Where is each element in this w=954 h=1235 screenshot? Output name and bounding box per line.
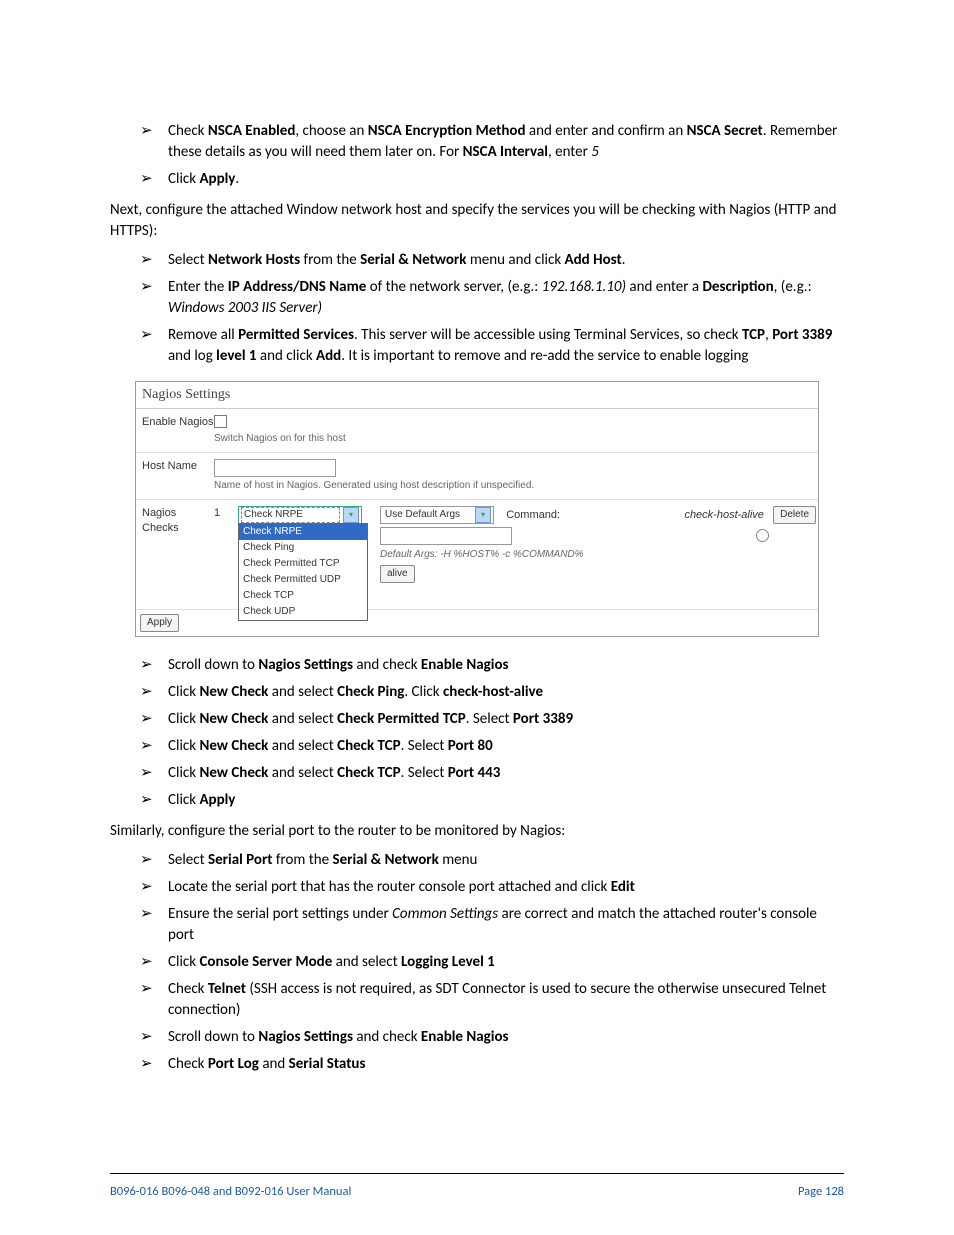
footer-right: Page 128 [798, 1184, 844, 1199]
bullet-list-3: Scroll down to Nagios Settings and check… [140, 655, 844, 811]
host-name-help: Name of host in Nagios. Generated using … [214, 479, 816, 493]
host-name-label: Host Name [138, 459, 214, 474]
figure-title: Nagios Settings [136, 382, 818, 409]
footer-left: B096-016 B096-048 and B092-016 User Manu… [110, 1184, 351, 1199]
list-item: Check NSCA Enabled, choose an NSCA Encry… [140, 121, 844, 163]
bullet-list-4: Select Serial Port from the Serial & Net… [140, 850, 844, 1075]
list-item: Click New Check and select Check Ping. C… [140, 682, 844, 703]
command-label: Command: [506, 509, 560, 521]
check-host-alive-label: check-host-alive [684, 509, 763, 521]
enable-nagios-help: Switch Nagios on for this host [214, 432, 816, 446]
check-seq: 1 [214, 506, 228, 521]
bullet-list-2: Select Network Hosts from the Serial & N… [140, 250, 844, 367]
paragraph: Next, configure the attached Window netw… [110, 200, 844, 242]
chevron-down-icon: ▾ [475, 507, 491, 523]
check-host-alive-radio[interactable] [756, 529, 769, 542]
alive-partial-button[interactable]: alive [380, 565, 415, 583]
list-item: Scroll down to Nagios Settings and check… [140, 1027, 844, 1048]
paragraph: Similarly, configure the serial port to … [110, 821, 844, 842]
dropdown-option[interactable]: Check NRPE [239, 524, 367, 540]
list-item: Click Console Server Mode and select Log… [140, 952, 844, 973]
command-input[interactable] [380, 527, 512, 545]
list-item: Enter the IP Address/DNS Name of the net… [140, 277, 844, 319]
list-item: Select Network Hosts from the Serial & N… [140, 250, 844, 271]
args-select[interactable]: Use Default Args ▾ [380, 506, 494, 524]
dropdown-option[interactable]: Check Permitted UDP [239, 572, 367, 588]
dropdown-option[interactable]: Check TCP [239, 588, 367, 604]
list-item: Click New Check and select Check TCP. Se… [140, 763, 844, 784]
enable-nagios-checkbox[interactable] [214, 415, 227, 428]
list-item: Remove all Permitted Services. This serv… [140, 325, 844, 367]
apply-button[interactable]: Apply [140, 614, 179, 632]
list-item: Click New Check and select Check Permitt… [140, 709, 844, 730]
check-type-dropdown[interactable]: Check NRPE Check Ping Check Permitted TC… [238, 523, 368, 621]
page-footer: B096-016 B096-048 and B092-016 User Manu… [110, 1173, 844, 1199]
enable-nagios-label: Enable Nagios [138, 415, 214, 430]
list-item: Check Telnet (SSH access is not required… [140, 979, 844, 1021]
host-name-input[interactable] [214, 459, 336, 477]
list-item: Ensure the serial port settings under Co… [140, 904, 844, 946]
dropdown-option[interactable]: Check Ping [239, 540, 367, 556]
list-item: Click Apply [140, 790, 844, 811]
nagios-settings-figure: Nagios Settings Enable Nagios Switch Nag… [135, 381, 819, 637]
footer-rule [110, 1173, 844, 1174]
check-type-select[interactable]: Check NRPE ▾ Check NRPE Check Ping Check… [238, 506, 362, 524]
list-item: Check Port Log and Serial Status [140, 1054, 844, 1075]
nagios-checks-label: Nagios Checks [138, 506, 214, 537]
list-item: Click Apply. [140, 169, 844, 190]
bullet-list-1: Check NSCA Enabled, choose an NSCA Encry… [140, 121, 844, 190]
dropdown-option[interactable]: Check UDP [239, 604, 367, 620]
default-args-text: Default Args: -H %HOST% -c %COMMAND% [380, 548, 674, 562]
chevron-down-icon: ▾ [343, 507, 359, 523]
list-item: Select Serial Port from the Serial & Net… [140, 850, 844, 871]
list-item: Click New Check and select Check TCP. Se… [140, 736, 844, 757]
dropdown-option[interactable]: Check Permitted TCP [239, 556, 367, 572]
list-item: Locate the serial port that has the rout… [140, 877, 844, 898]
list-item: Scroll down to Nagios Settings and check… [140, 655, 844, 676]
delete-button[interactable]: Delete [773, 506, 816, 524]
